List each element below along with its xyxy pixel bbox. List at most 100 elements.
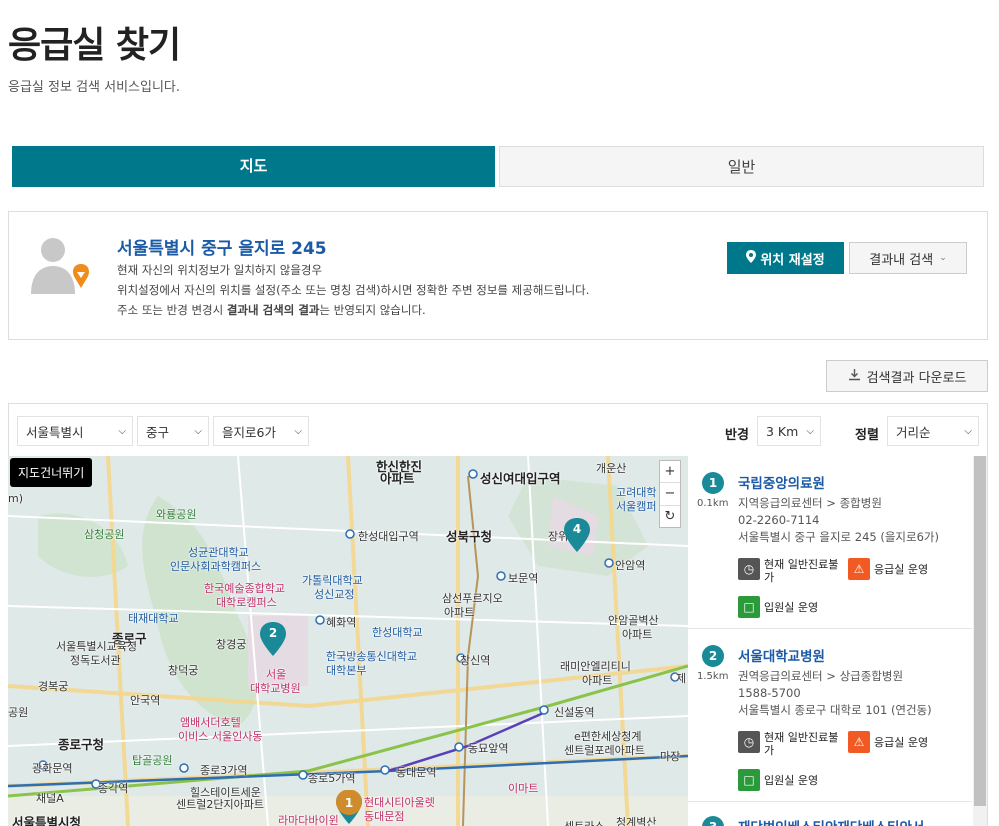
map-label: 탑골공원 (132, 754, 173, 767)
hospital-phone: 1588-5700 (738, 686, 801, 700)
map-label: 라마다바이윈 (278, 814, 339, 826)
map-label: 개운산 (596, 462, 627, 475)
map-view[interactable]: 한신한진 아파트 성신여대입구역 개운산 고려대학 서울캠퍼 와룡공원 삼청공원… (8, 456, 688, 826)
list-item-distance: 0.1km (697, 498, 729, 509)
chevron-down-icon: ⌵ (118, 425, 126, 437)
city-select[interactable]: 서울특별시 ⌵ (17, 416, 133, 446)
list-item-number: 3 (702, 816, 724, 826)
map-label: 동대문역 (396, 766, 437, 779)
tab-map[interactable]: 지도 (12, 146, 495, 187)
zoom-in-button[interactable]: + (660, 461, 680, 484)
map-label: 동묘앞역 (468, 742, 509, 755)
map-label: 아파트 (444, 606, 475, 619)
skip-map-button[interactable]: 지도건너뛰기 (10, 458, 93, 487)
map-label: 혜화역 (326, 616, 357, 629)
bed-icon: □ (738, 596, 760, 618)
map-label: 청계벽산 (616, 816, 657, 826)
map-label: 서울캠퍼 (616, 500, 657, 513)
location-note-3-post: 는 반영되지 않습니다. (319, 303, 426, 317)
map-label: 센트럴2단지아파트 (176, 798, 264, 811)
download-results-button[interactable]: 검색결과 다운로드 (826, 360, 988, 392)
list-scrollbar-thumb[interactable] (974, 456, 986, 806)
list-item-number: 1 (702, 472, 724, 494)
list-item-distance: 1.5km (697, 671, 729, 682)
map-label: 아파트 (582, 674, 613, 687)
map-label: 채널A (36, 792, 64, 805)
general-care-badge: ◷ 현재 일반진료불가 (738, 731, 848, 757)
ward-badge: □ 입원실 운영 (738, 769, 858, 791)
map-label: 인문사회과학캠퍼스 (170, 560, 262, 573)
zoom-control: + − ↻ (659, 460, 681, 528)
map-label: 종로3가역 (200, 764, 248, 777)
search-in-results-label: 결과내 검색 (869, 252, 934, 268)
map-label: 종로5가역 (308, 772, 356, 785)
general-care-badge: ◷ 현재 일반진료불가 (738, 558, 848, 584)
list-divider (688, 628, 972, 629)
sort-select[interactable]: 거리순 ⌵ (887, 416, 979, 446)
location-note-2: 위치설정에서 자신의 위치를 설정(주소 또는 명칭 검색)하시면 정확한 주변… (117, 283, 590, 297)
reset-location-button[interactable]: 위치 재설정 (727, 242, 844, 274)
clock-icon: ◷ (738, 731, 760, 753)
general-care-label: 현재 일반진료불가 (764, 731, 839, 757)
hospital-type: 권역응급의료센터 > 상급종합병원 (738, 669, 904, 683)
dong-select[interactable]: 을지로6가 ⌵ (213, 416, 309, 446)
er-label: 응급실 운영 (874, 736, 929, 749)
map-label: 정독도서관 (70, 654, 121, 667)
map-reset-button[interactable]: ↻ (660, 506, 680, 527)
page-title: 응급실 찾기 (8, 25, 181, 66)
chevron-down-icon: ⌵ (964, 425, 972, 437)
map-label: 창덕궁 (168, 664, 199, 677)
bed-icon: □ (738, 769, 760, 791)
hospital-list[interactable]: 1 0.1km 국립중앙의료원 지역응급의료센터 > 종합병원 02-2260-… (688, 456, 988, 826)
map-label: 서울특별시청 (12, 815, 82, 826)
location-note-1: 현재 자신의 위치정보가 일치하지 않을경우 (117, 263, 323, 277)
radius-select[interactable]: 3 Km ⌵ (757, 416, 821, 446)
hospital-name[interactable]: 서울대학교병원 (738, 645, 825, 665)
chevron-down-icon: ⌵ (294, 425, 302, 437)
location-note-3-pre: 주소 또는 반경 변경시 (117, 303, 227, 317)
clock-icon: ◷ (738, 558, 760, 580)
map-label: 와룡공원 (156, 508, 197, 521)
page-description: 응급실 정보 검색 서비스입니다. (8, 80, 181, 95)
location-note-3-bold: 결과내 검색의 결과 (226, 303, 320, 317)
ward-label: 입원실 운영 (764, 774, 819, 787)
map-label: 광화문역 (32, 762, 73, 775)
zoom-out-button[interactable]: − (660, 483, 680, 506)
general-care-label: 현재 일반진료불가 (764, 558, 839, 584)
location-note-3: 주소 또는 반경 변경시 결과내 검색의 결과는 반영되지 않습니다. (117, 302, 426, 318)
map-label: 이마트 (508, 782, 539, 795)
map-label: 종로구청 (58, 737, 105, 752)
map-label: 한성대입구역 (358, 530, 419, 543)
map-label: 성북구청 (446, 529, 493, 544)
search-in-results-button[interactable]: 결과내 검색 ⌄ (849, 242, 967, 274)
map-label: 대학교병원 (250, 682, 301, 695)
list-divider (688, 801, 972, 802)
hospital-address: 서울특별시 중구 을지로 245 (을지로6가) (738, 530, 939, 544)
dong-select-value: 을지로6가 (222, 424, 276, 440)
chevron-down-icon: ⌵ (194, 425, 202, 437)
er-badge: ⚠ 응급실 운영 (848, 731, 948, 753)
user-avatar-icon (29, 232, 89, 302)
map-label: 성신여대입구역 (480, 471, 561, 486)
map-label: 성신교정 (314, 588, 355, 601)
map-label: 대학본부 (326, 664, 367, 677)
map-label: 공원 (8, 706, 29, 719)
hospital-name[interactable]: 국립중앙의료원 (738, 472, 825, 492)
ward-badge: □ 입원실 운영 (738, 596, 858, 618)
map-label: 한성대학교 (372, 626, 423, 639)
tab-general[interactable]: 일반 (499, 146, 984, 187)
map-label: 센트럴포레아파트 (564, 744, 645, 757)
map-label: 센트라스 (564, 818, 604, 826)
view-tabs: 지도 일반 (12, 146, 984, 187)
marker-number: 4 (572, 522, 582, 536)
hospital-name[interactable]: 재단법인베스티안재단베스티안서 (738, 816, 924, 826)
current-address: 서울특별시 중구 을지로 245 (117, 239, 327, 259)
map-label: 제 (676, 672, 687, 685)
siren-icon: ⚠ (848, 558, 870, 580)
district-select[interactable]: 중구 ⌵ (137, 416, 209, 446)
chevron-down-icon: ⌄ (939, 253, 947, 263)
map-label: 안암역 (615, 559, 646, 572)
hospital-phone: 02-2260-7114 (738, 513, 820, 527)
map-label: 아파트 (622, 628, 653, 641)
siren-icon: ⚠ (848, 731, 870, 753)
